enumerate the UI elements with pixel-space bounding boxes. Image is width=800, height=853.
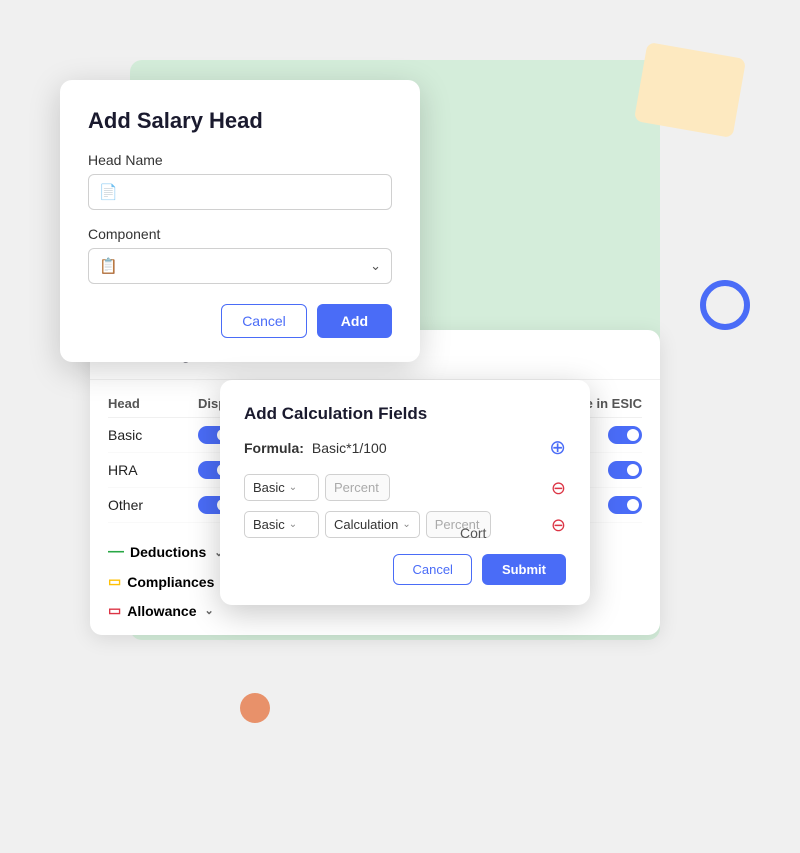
- deductions-label: Deductions: [130, 544, 206, 560]
- formula-label: Formula:: [244, 440, 304, 456]
- modal-salary-actions: Cancel Add: [88, 304, 392, 338]
- background-circle-blue: [700, 280, 750, 330]
- hra-esic-toggle[interactable]: [608, 461, 642, 479]
- row-name-hra: HRA: [108, 462, 198, 478]
- head-name-label: Head Name: [88, 152, 392, 168]
- compliances-icon: ▭: [108, 573, 121, 590]
- calc-row-1: Basic ⌄ Percent ⊖: [244, 474, 566, 501]
- allowance-chevron-icon: ⌄: [204, 604, 213, 617]
- formula-value: Basic*1/100: [312, 440, 387, 456]
- other-esic-toggle[interactable]: [608, 496, 642, 514]
- add-button[interactable]: Add: [317, 304, 392, 338]
- compliances-label: Compliances: [127, 574, 214, 590]
- modal-calc-actions: Cancel Submit: [244, 554, 566, 585]
- calc-cancel-button[interactable]: Cancel: [393, 554, 471, 585]
- calc-row2-remove-icon[interactable]: ⊖: [551, 516, 566, 534]
- calc-row1-remove-icon[interactable]: ⊖: [551, 479, 566, 497]
- row-name-other: Other: [108, 497, 198, 513]
- calc-row1-text: Percent: [325, 474, 390, 501]
- component-select[interactable]: 📋 ⌄: [88, 248, 392, 284]
- background-yellow-shape: [634, 42, 746, 138]
- calc-row2-select2-label: Calculation: [334, 517, 398, 532]
- calc-row2-chevron2-icon: ⌄: [402, 519, 410, 530]
- cancel-button[interactable]: Cancel: [221, 304, 307, 338]
- calc-row-2: Basic ⌄ Calculation ⌄ Percent ⊖: [244, 511, 566, 538]
- formula-row: Formula: Basic*1/100 ⊕: [244, 438, 566, 458]
- formula-add-icon[interactable]: ⊕: [549, 438, 566, 458]
- allowance-label: Allowance: [127, 603, 196, 619]
- chevron-down-icon: ⌄: [370, 258, 381, 274]
- calc-submit-button[interactable]: Submit: [482, 554, 566, 585]
- head-name-input[interactable]: [126, 184, 381, 200]
- component-label: Component: [88, 226, 392, 242]
- component-icon: 📋: [99, 257, 118, 275]
- calc-row2-select2[interactable]: Calculation ⌄: [325, 511, 420, 538]
- allowance-icon: ▭: [108, 602, 121, 619]
- modal-salary-title: Add Salary Head: [88, 108, 392, 134]
- background-circle-orange: [240, 693, 270, 723]
- calc-row2-select1[interactable]: Basic ⌄: [244, 511, 319, 538]
- modal-calc-title: Add Calculation Fields: [244, 404, 566, 424]
- row-name-basic: Basic: [108, 427, 198, 443]
- head-name-input-wrapper[interactable]: 📄: [88, 174, 392, 210]
- calc-row1-select1-label: Basic: [253, 480, 285, 495]
- calc-row1-select1[interactable]: Basic ⌄: [244, 474, 319, 501]
- calc-row2-select1-label: Basic: [253, 517, 285, 532]
- basic-esic-toggle[interactable]: [608, 426, 642, 444]
- document-icon: 📄: [99, 183, 118, 201]
- col-head-label: Head: [108, 396, 198, 411]
- add-salary-head-modal: Add Salary Head Head Name 📄 Component 📋 …: [60, 80, 420, 362]
- cort-label: Cort: [460, 525, 486, 541]
- calc-row2-chevron1-icon: ⌄: [289, 519, 297, 530]
- head-name-group: Head Name 📄: [88, 152, 392, 210]
- deductions-icon: —: [108, 543, 124, 561]
- add-calculation-fields-modal: Add Calculation Fields Formula: Basic*1/…: [220, 380, 590, 605]
- component-group: Component 📋 ⌄: [88, 226, 392, 284]
- calc-row1-chevron-icon: ⌄: [289, 482, 297, 493]
